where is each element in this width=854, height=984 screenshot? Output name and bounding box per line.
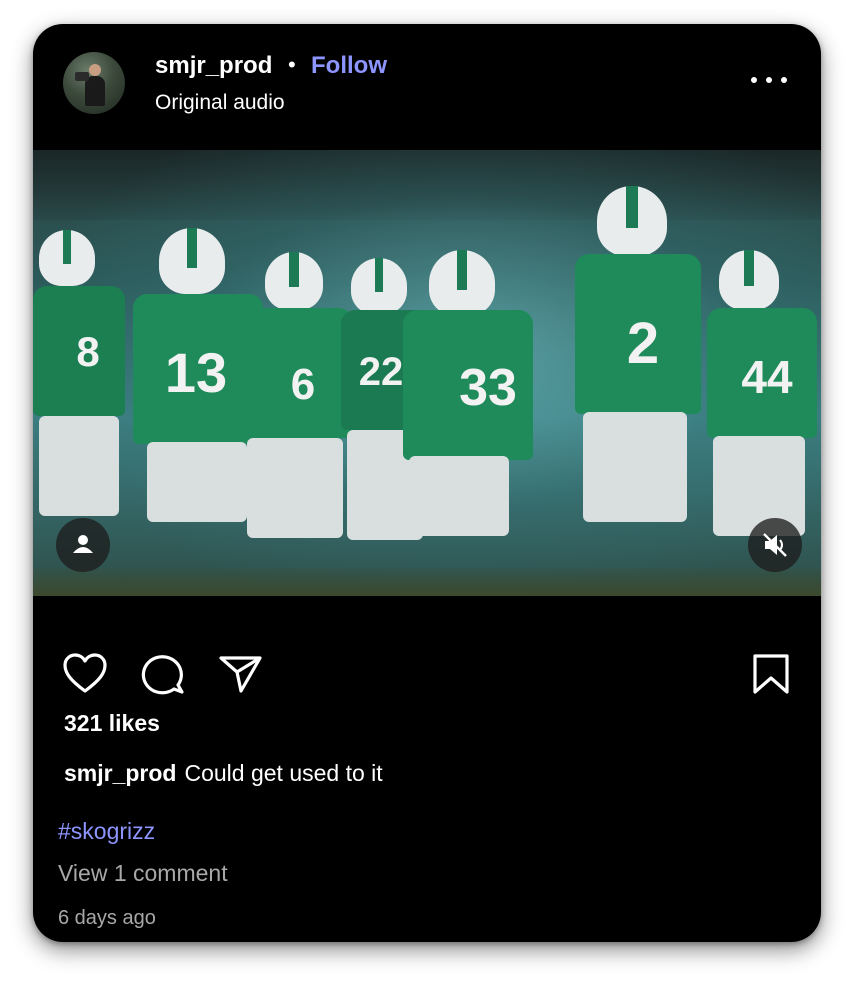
jersey-number: 2 — [626, 311, 660, 376]
field-ground — [33, 568, 821, 596]
person-icon — [73, 535, 93, 553]
speaker-muted-icon — [763, 533, 787, 557]
post-username[interactable]: smjr_prod — [155, 52, 272, 80]
comment-button[interactable] — [140, 653, 186, 695]
jersey-number: 33 — [459, 359, 517, 417]
caption-text: Could get used to it — [184, 760, 383, 786]
post-timestamp: 6 days ago — [58, 907, 156, 929]
jersey-number: 6 — [290, 360, 316, 409]
action-bar — [33, 596, 821, 706]
post-card: smjr_prod • Follow Original audio 8 13 6 — [33, 24, 821, 942]
avatar-camera — [75, 72, 89, 81]
audio-label[interactable]: Original audio — [155, 91, 285, 115]
mute-toggle-button[interactable] — [748, 518, 802, 572]
post-video[interactable]: 8 13 6 22 33 2 44 — [33, 150, 821, 596]
comment-bubble-icon — [141, 655, 184, 695]
more-options-icon[interactable] — [751, 74, 787, 88]
share-button[interactable] — [218, 654, 264, 694]
jersey-number: 8 — [76, 328, 100, 375]
jersey-number: 44 — [741, 351, 793, 403]
player-33: 33 — [393, 220, 563, 596]
follow-button[interactable]: Follow — [311, 52, 387, 80]
hashtag-link[interactable]: #skogrizz — [58, 818, 155, 845]
bookmark-icon — [753, 654, 789, 694]
like-button[interactable] — [62, 652, 108, 694]
heart-icon — [63, 653, 107, 693]
tagged-users-button[interactable] — [56, 518, 110, 572]
post-header: smjr_prod • Follow Original audio — [33, 24, 821, 150]
view-comments-link[interactable]: View 1 comment — [58, 860, 228, 887]
save-button[interactable] — [751, 653, 791, 695]
separator-dot: • — [288, 52, 296, 77]
paper-plane-icon — [219, 656, 262, 693]
jersey-number: 13 — [164, 341, 228, 404]
post-caption: smjr_prod Could get used to it — [64, 760, 383, 787]
caption-username[interactable]: smjr_prod — [64, 760, 176, 786]
avatar-figure-head — [89, 64, 101, 76]
avatar[interactable] — [63, 52, 125, 114]
like-count[interactable]: 321 likes — [64, 710, 160, 737]
